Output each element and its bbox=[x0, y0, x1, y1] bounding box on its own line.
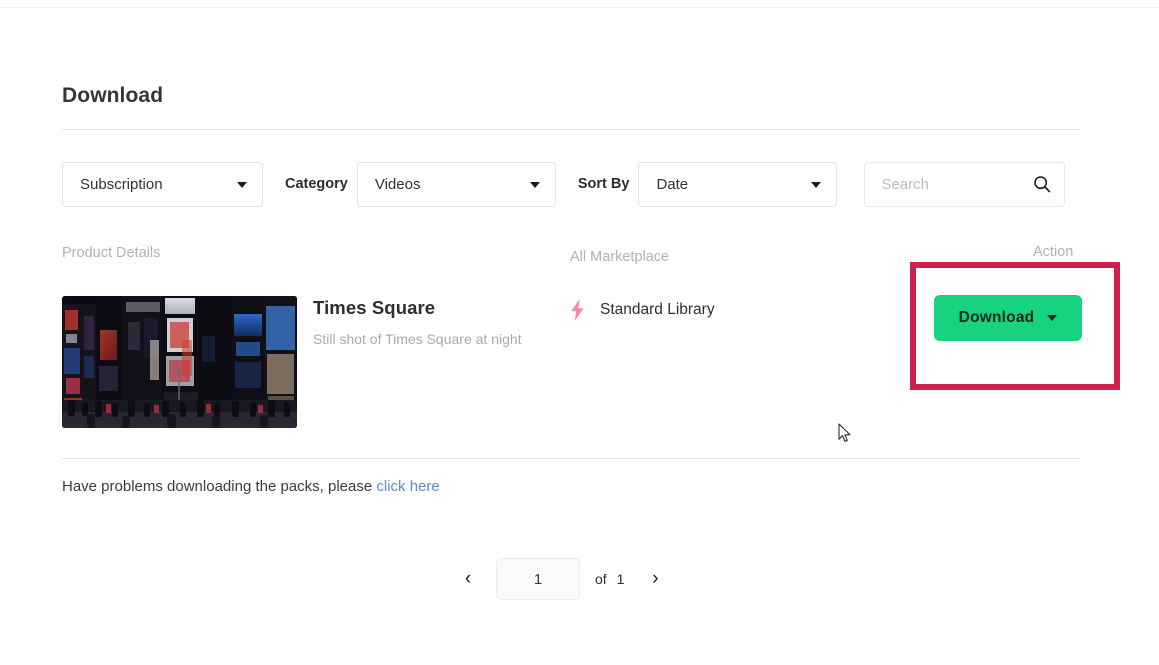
of-label: of bbox=[595, 571, 607, 587]
column-header-action: Action bbox=[1033, 244, 1073, 260]
subscription-select[interactable]: Subscription bbox=[62, 162, 263, 207]
chevron-down-icon bbox=[1047, 315, 1057, 321]
sort-by-label: Sort By bbox=[578, 176, 630, 192]
footer-note-text: Have problems downloading the packs, ple… bbox=[62, 478, 372, 495]
click-here-link[interactable]: click here bbox=[376, 478, 439, 495]
top-hairline bbox=[0, 7, 1159, 8]
times-square-night-image bbox=[62, 296, 297, 428]
lightning-bolt-icon bbox=[568, 298, 587, 322]
filter-bar: Subscription Category Videos Sort By Dat… bbox=[62, 161, 1065, 207]
chevron-down-icon bbox=[530, 182, 540, 188]
page-title: Download bbox=[62, 84, 163, 108]
sort-by-select-value: Date bbox=[656, 176, 688, 193]
chevron-left-icon[interactable]: ‹ bbox=[455, 564, 481, 594]
chevron-down-icon bbox=[811, 182, 821, 188]
page-number-input[interactable] bbox=[496, 558, 580, 600]
search-icon[interactable] bbox=[1033, 175, 1051, 193]
mouse-cursor bbox=[838, 423, 852, 443]
marketplace-cell: Standard Library bbox=[568, 298, 715, 322]
product-description: Still shot of Times Square at night bbox=[313, 331, 522, 347]
product-name: Times Square bbox=[313, 297, 435, 319]
product-thumbnail[interactable] bbox=[62, 296, 297, 428]
category-select[interactable]: Videos bbox=[357, 162, 556, 207]
marketplace-label: Standard Library bbox=[600, 301, 715, 319]
pagination: ‹ of 1 › bbox=[455, 556, 695, 602]
column-header-all-marketplace: All Marketplace bbox=[570, 249, 669, 265]
download-button[interactable]: Download bbox=[934, 295, 1082, 341]
column-header-product-details: Product Details bbox=[62, 245, 160, 261]
header-divider bbox=[62, 129, 1080, 130]
search-box[interactable] bbox=[864, 162, 1065, 207]
footer-note: Have problems downloading the packs, ple… bbox=[62, 478, 440, 495]
download-page: Download Subscription Category Videos So… bbox=[0, 0, 1159, 665]
category-select-value: Videos bbox=[375, 176, 421, 193]
page-total-label: of 1 bbox=[595, 571, 624, 587]
download-button-label: Download bbox=[959, 309, 1035, 327]
category-label: Category bbox=[285, 176, 348, 192]
chevron-right-icon[interactable]: › bbox=[642, 564, 668, 594]
total-pages: 1 bbox=[617, 571, 625, 587]
subscription-select-value: Subscription bbox=[80, 176, 163, 193]
sort-by-select[interactable]: Date bbox=[638, 162, 837, 207]
footer-divider bbox=[62, 458, 1080, 459]
chevron-down-icon bbox=[237, 182, 247, 188]
